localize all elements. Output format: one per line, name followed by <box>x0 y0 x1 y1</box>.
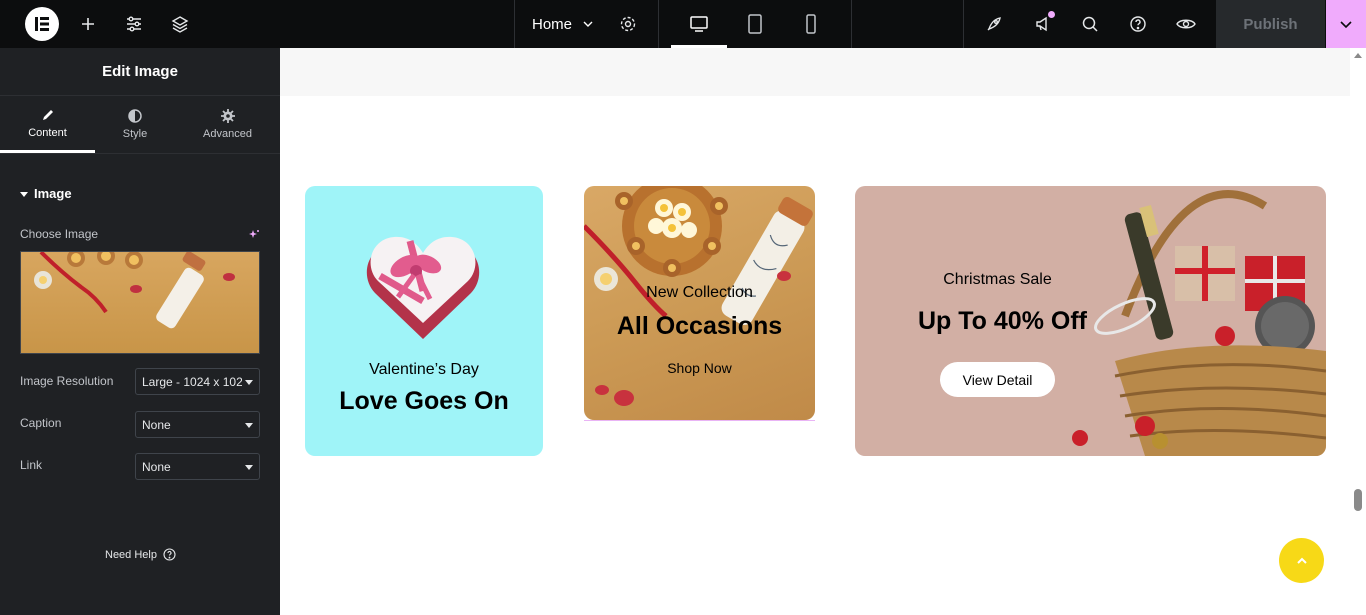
section-toggle-image[interactable]: Image <box>20 186 72 201</box>
divider <box>514 0 515 48</box>
site-settings-button[interactable] <box>118 0 150 48</box>
page-settings-button[interactable] <box>612 0 644 48</box>
help-icon <box>1130 16 1146 32</box>
tab-style[interactable]: Style <box>95 96 175 153</box>
pencil-icon <box>42 109 53 120</box>
card-heading: Love Goes On <box>339 387 509 415</box>
tablet-view-button[interactable] <box>727 0 783 48</box>
ai-sparkle-icon[interactable] <box>248 228 260 246</box>
image-resolution-label: Image Resolution <box>20 374 114 388</box>
card-subtitle: New Collection <box>646 284 753 301</box>
divider <box>963 0 964 48</box>
card-heading: Up To 40% Off <box>918 307 1087 335</box>
editor-panel: Edit Image Content Style Advanced Image … <box>0 48 280 615</box>
link-select[interactable]: None <box>135 453 260 480</box>
preview-button[interactable] <box>1170 0 1202 48</box>
mobile-view-button[interactable] <box>783 0 839 48</box>
eye-icon <box>1176 19 1196 29</box>
add-element-button[interactable] <box>72 0 104 48</box>
promo-card-christmas[interactable]: Christmas Sale Up To 40% Off View Detail <box>855 186 1326 456</box>
desktop-view-button[interactable] <box>671 0 727 48</box>
card-subtitle: Valentine’s Day <box>369 361 479 378</box>
help-button[interactable] <box>1122 0 1154 48</box>
elementor-logo-icon[interactable] <box>25 7 59 41</box>
section-background <box>280 48 1350 96</box>
chevron-down-icon <box>1340 21 1352 29</box>
rocket-icon <box>987 17 1001 31</box>
tablet-icon <box>748 14 762 34</box>
card-heading: All Occasions <box>616 312 783 340</box>
caption-select[interactable]: None <box>135 411 260 438</box>
link-value: None <box>142 459 171 474</box>
diya-decor-image <box>584 186 813 406</box>
gear-icon <box>620 16 636 32</box>
promo-card-valentine[interactable]: Valentine’s Day Love Goes On <box>305 186 543 456</box>
chevron-down-icon <box>583 21 593 27</box>
whats-new-button[interactable] <box>1027 0 1059 48</box>
scrollbar-thumb[interactable] <box>1354 489 1362 511</box>
search-icon <box>1082 16 1098 32</box>
caption-value: None <box>142 417 171 432</box>
selected-widget-outline <box>584 420 815 421</box>
chevron-up-icon <box>1296 557 1307 564</box>
tab-label: Content <box>28 126 67 139</box>
half-circle-icon <box>128 109 142 123</box>
need-help-link[interactable]: Need Help <box>105 548 176 561</box>
need-help-label: Need Help <box>105 548 157 561</box>
divider <box>658 0 659 48</box>
divider <box>851 0 852 48</box>
scroll-up-arrow-icon[interactable] <box>1354 53 1362 58</box>
sliders-icon <box>127 16 141 32</box>
image-resolution-value: Large - 1024 x 1024 <box>142 374 242 389</box>
caret-down-icon <box>245 423 253 428</box>
tab-label: Style <box>122 128 148 140</box>
caption-label: Caption <box>20 416 62 430</box>
page-select[interactable]: Home <box>532 0 594 48</box>
heart-gift-box-image <box>366 236 480 339</box>
image-preview[interactable] <box>20 251 260 354</box>
scroll-to-top-button[interactable] <box>1279 538 1324 583</box>
choose-image-label: Choose Image <box>20 227 99 241</box>
help-icon <box>163 548 176 561</box>
caret-down-icon <box>245 465 253 470</box>
gear-icon <box>220 109 235 123</box>
panel-title: Edit Image <box>0 48 280 96</box>
card-subtitle: Christmas Sale <box>943 271 1052 288</box>
caret-down-icon <box>20 191 28 197</box>
tab-content[interactable]: Content <box>0 96 95 153</box>
top-bar: Home Publish <box>0 0 1366 48</box>
mobile-icon <box>806 14 816 34</box>
shop-now-link[interactable]: Shop Now <box>584 360 815 376</box>
section-title: Image <box>34 186 72 201</box>
editor-canvas: Valentine’s Day Love Goes On New Collect… <box>280 48 1350 615</box>
image-resolution-select[interactable]: Large - 1024 x 1024 <box>135 368 260 395</box>
tab-advanced[interactable]: Advanced <box>180 96 275 153</box>
plus-icon <box>82 18 94 30</box>
view-detail-button[interactable]: View Detail <box>940 362 1055 397</box>
caret-down-icon <box>245 380 253 385</box>
tab-label: Advanced <box>203 128 252 140</box>
desktop-icon <box>690 16 708 32</box>
search-button[interactable] <box>1074 0 1106 48</box>
ornament-ball-image <box>1072 430 1088 446</box>
publish-options-button[interactable] <box>1326 0 1366 48</box>
structure-button[interactable] <box>164 0 196 48</box>
promo-card-occasions[interactable]: New Collection All Occasions Shop Now <box>584 186 815 420</box>
canvas-scrollbar[interactable] <box>1350 48 1366 615</box>
publish-button[interactable]: Publish <box>1216 0 1325 48</box>
layers-icon <box>171 16 189 33</box>
link-label: Link <box>20 458 43 472</box>
notification-dot <box>1048 11 1055 18</box>
launchpad-button[interactable] <box>978 0 1010 48</box>
panel-tabs: Content Style Advanced <box>0 96 280 154</box>
page-name: Home <box>532 15 573 33</box>
